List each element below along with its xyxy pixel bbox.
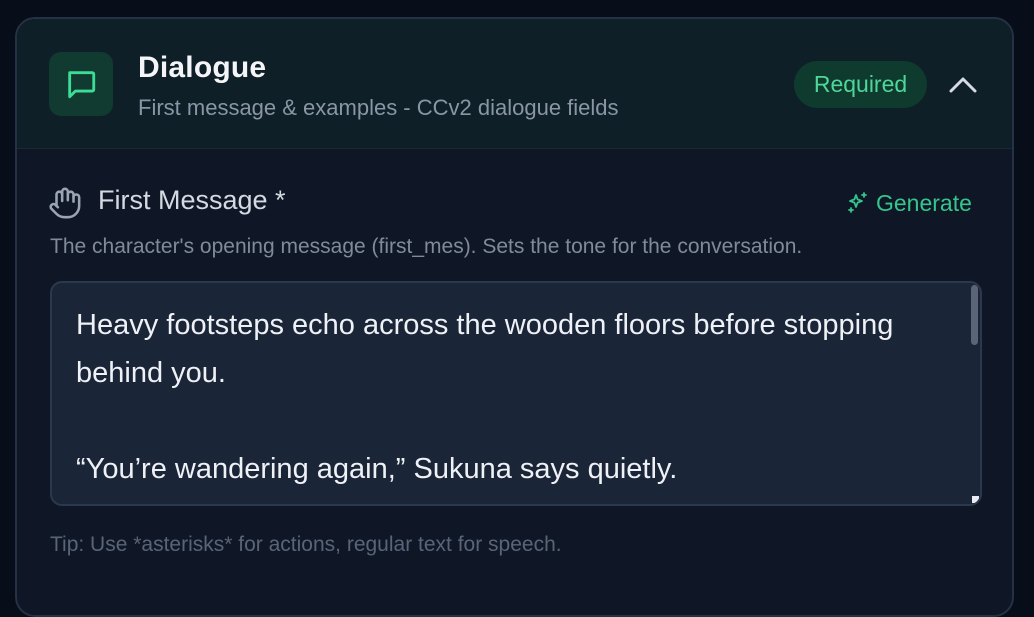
message-square-icon [49,52,113,116]
generate-label: Generate [876,189,972,216]
collapse-toggle-button[interactable] [943,65,983,105]
section-header[interactable]: Dialogue First message & examples - CCv2… [17,19,1012,149]
first-message-label: First Message * [98,185,286,215]
section-title: Dialogue [138,51,267,84]
required-badge: Required [794,61,927,108]
sparkles-icon [848,192,867,213]
section-subtitle: First message & examples - CCv2 dialogue… [138,95,619,120]
scrollbar[interactable] [971,285,978,345]
tip-text: Tip: Use *asterisks* for actions, regula… [50,533,562,556]
textarea-value[interactable]: Heavy footsteps echo across the wooden f… [76,301,936,493]
dialogue-section-card: Dialogue First message & examples - CCv2… [15,17,1014,617]
field-description: The character's opening message (first_m… [50,235,803,258]
resize-handle[interactable] [972,496,979,503]
first-message-textarea[interactable]: Heavy footsteps echo across the wooden f… [50,281,982,506]
chevron-up-icon [949,77,977,93]
generate-button[interactable]: Generate [846,187,972,219]
hand-icon [49,187,81,219]
